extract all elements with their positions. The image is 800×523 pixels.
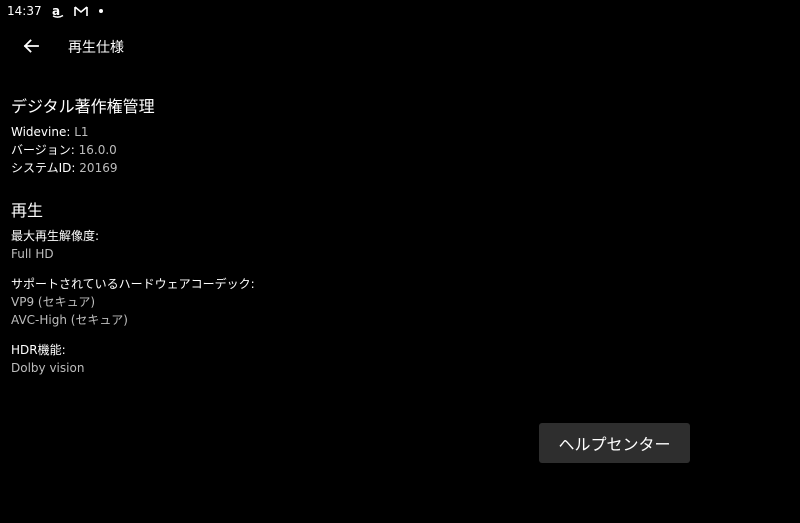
playback-section-title: 再生 [11, 201, 44, 220]
widevine-info: Widevine: L1 [11, 123, 89, 141]
version-info: バージョン: 16.0.0 [11, 141, 117, 159]
system-id-info: システムID: 20169 [11, 159, 117, 177]
screen: 14:37 a 再生仕様 デジタル著作権管理 Widevine: L1 バージョ… [0, 0, 800, 523]
help-center-button[interactable]: ヘルプセンター [539, 423, 690, 463]
system-id-key: システムID: [11, 161, 76, 175]
version-key: バージョン: [11, 143, 75, 157]
drm-section-title: デジタル著作権管理 [11, 97, 155, 116]
widevine-value: L1 [74, 125, 89, 139]
status-time: 14:37 [7, 4, 42, 18]
back-button[interactable] [18, 36, 44, 58]
max-resolution-value: Full HD [11, 247, 54, 261]
app-bar: 再生仕様 [0, 28, 800, 66]
max-resolution-label: 最大再生解像度: [11, 229, 100, 243]
status-bar: 14:37 a [0, 0, 800, 22]
version-value: 16.0.0 [78, 143, 117, 157]
codec-item: VP9 (セキュア) [11, 295, 96, 309]
system-id-value: 20169 [79, 161, 118, 175]
notification-dot-icon [98, 9, 103, 13]
page-title: 再生仕様 [68, 40, 124, 56]
arrow-left-icon [23, 38, 39, 57]
codec-item: AVC-High (セキュア) [11, 313, 128, 327]
hdr-value: Dolby vision [11, 361, 85, 375]
gmail-icon [73, 5, 88, 17]
hdr-label: HDR機能: [11, 343, 66, 357]
codecs-label: サポートされているハードウェアコーデック: [11, 277, 255, 291]
amazon-icon: a [51, 4, 65, 18]
widevine-key: Widevine: [11, 125, 71, 139]
